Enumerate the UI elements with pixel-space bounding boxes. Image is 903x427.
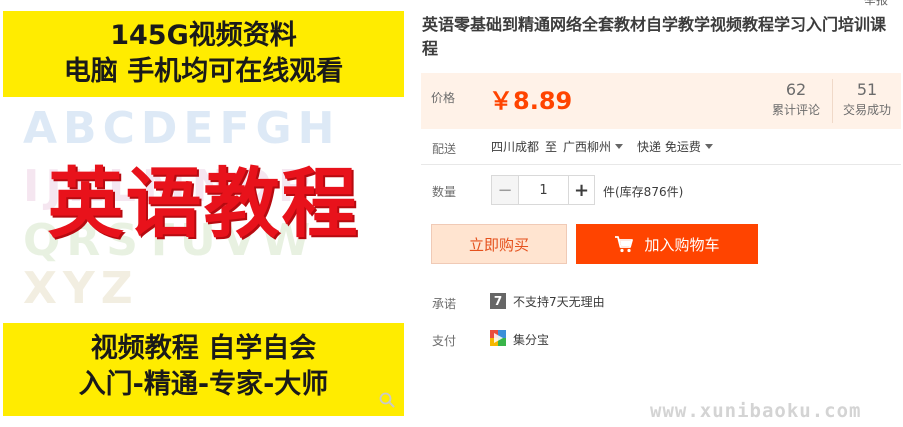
letters-row-4: XYZ: [23, 263, 139, 314]
add-to-cart-label: 加入购物车: [644, 235, 720, 254]
delivery-row: 四川成都 至 广西柳州 快递 免运费: [491, 138, 713, 155]
cart-icon: [615, 236, 634, 253]
add-to-cart-button[interactable]: 加入购物车: [576, 224, 758, 264]
promise-text: 不支持7天无理由: [513, 295, 605, 309]
delivery-method-select[interactable]: 快递 免运费: [637, 138, 713, 155]
delivery-method: 快递 免运费: [637, 140, 701, 154]
divider: [421, 164, 901, 165]
watermark: www.xunibaoku.com: [650, 400, 862, 422]
search-icon[interactable]: [378, 391, 396, 409]
price-panel: 价格 ￥8.89 62 累计评论 51 交易成功: [421, 73, 901, 129]
stats-group: 62 累计评论 51 交易成功: [760, 79, 901, 123]
buy-now-button[interactable]: 立即购买: [431, 224, 567, 264]
delivery-to-word: 至: [545, 140, 558, 154]
image-banner-top: 145G视频资料 电脑 手机均可在线观看: [3, 11, 404, 97]
delivery-destination: 广西柳州: [563, 140, 612, 154]
quantity-stepper: − +: [491, 175, 595, 205]
seven-day-icon: 7: [490, 293, 506, 309]
image-main-text: 英语教程: [47, 159, 360, 248]
report-link[interactable]: 举报: [864, 0, 888, 8]
banner-top-line2: 电脑 手机均可在线观看: [63, 56, 344, 87]
promise-label: 承诺: [432, 297, 457, 311]
stock-text: 件(库存876件): [603, 185, 684, 199]
payment-text: 集分宝: [513, 333, 550, 347]
quantity-increase-button[interactable]: +: [568, 176, 594, 204]
stat-reviews[interactable]: 62 累计评论: [760, 79, 832, 123]
product-title: 英语零基础到精通网络全套教材自学教学视频教程学习入门培训课程: [422, 15, 887, 58]
stat-reviews-label: 累计评论: [771, 103, 820, 117]
quantity-input[interactable]: [518, 176, 568, 204]
letters-row-1: ABCDEFGH: [23, 103, 341, 154]
stat-transactions-count: 51: [856, 80, 878, 99]
price-label: 价格: [431, 91, 456, 105]
banner-top-line1: 145G视频资料: [110, 20, 297, 51]
quantity-decrease-button[interactable]: −: [492, 176, 518, 204]
stat-transactions-label: 交易成功: [842, 103, 891, 117]
price-value: ￥8.89: [489, 87, 573, 115]
banner-bottom-line1: 视频教程 自学自会: [90, 333, 317, 364]
delivery-from: 四川成都: [491, 140, 540, 154]
chevron-down-icon: [615, 144, 624, 149]
stat-reviews-count: 62: [785, 80, 807, 99]
banner-bottom-line2: 入门-精通-专家-大师: [78, 369, 329, 400]
delivery-label: 配送: [432, 142, 457, 156]
payment-label: 支付: [432, 334, 457, 348]
delivery-destination-select[interactable]: 广西柳州: [563, 138, 624, 155]
quantity-label: 数量: [432, 185, 457, 199]
jifenbao-icon: [490, 330, 506, 346]
image-banner-bottom: 视频教程 自学自会 入门-精通-专家-大师: [3, 323, 404, 416]
product-main-image[interactable]: 145G视频资料 电脑 手机均可在线观看 ABCDEFGH IJKLMNOP Q…: [3, 11, 404, 416]
chevron-down-icon: [704, 144, 713, 149]
stat-transactions: 51 交易成功: [832, 79, 901, 123]
